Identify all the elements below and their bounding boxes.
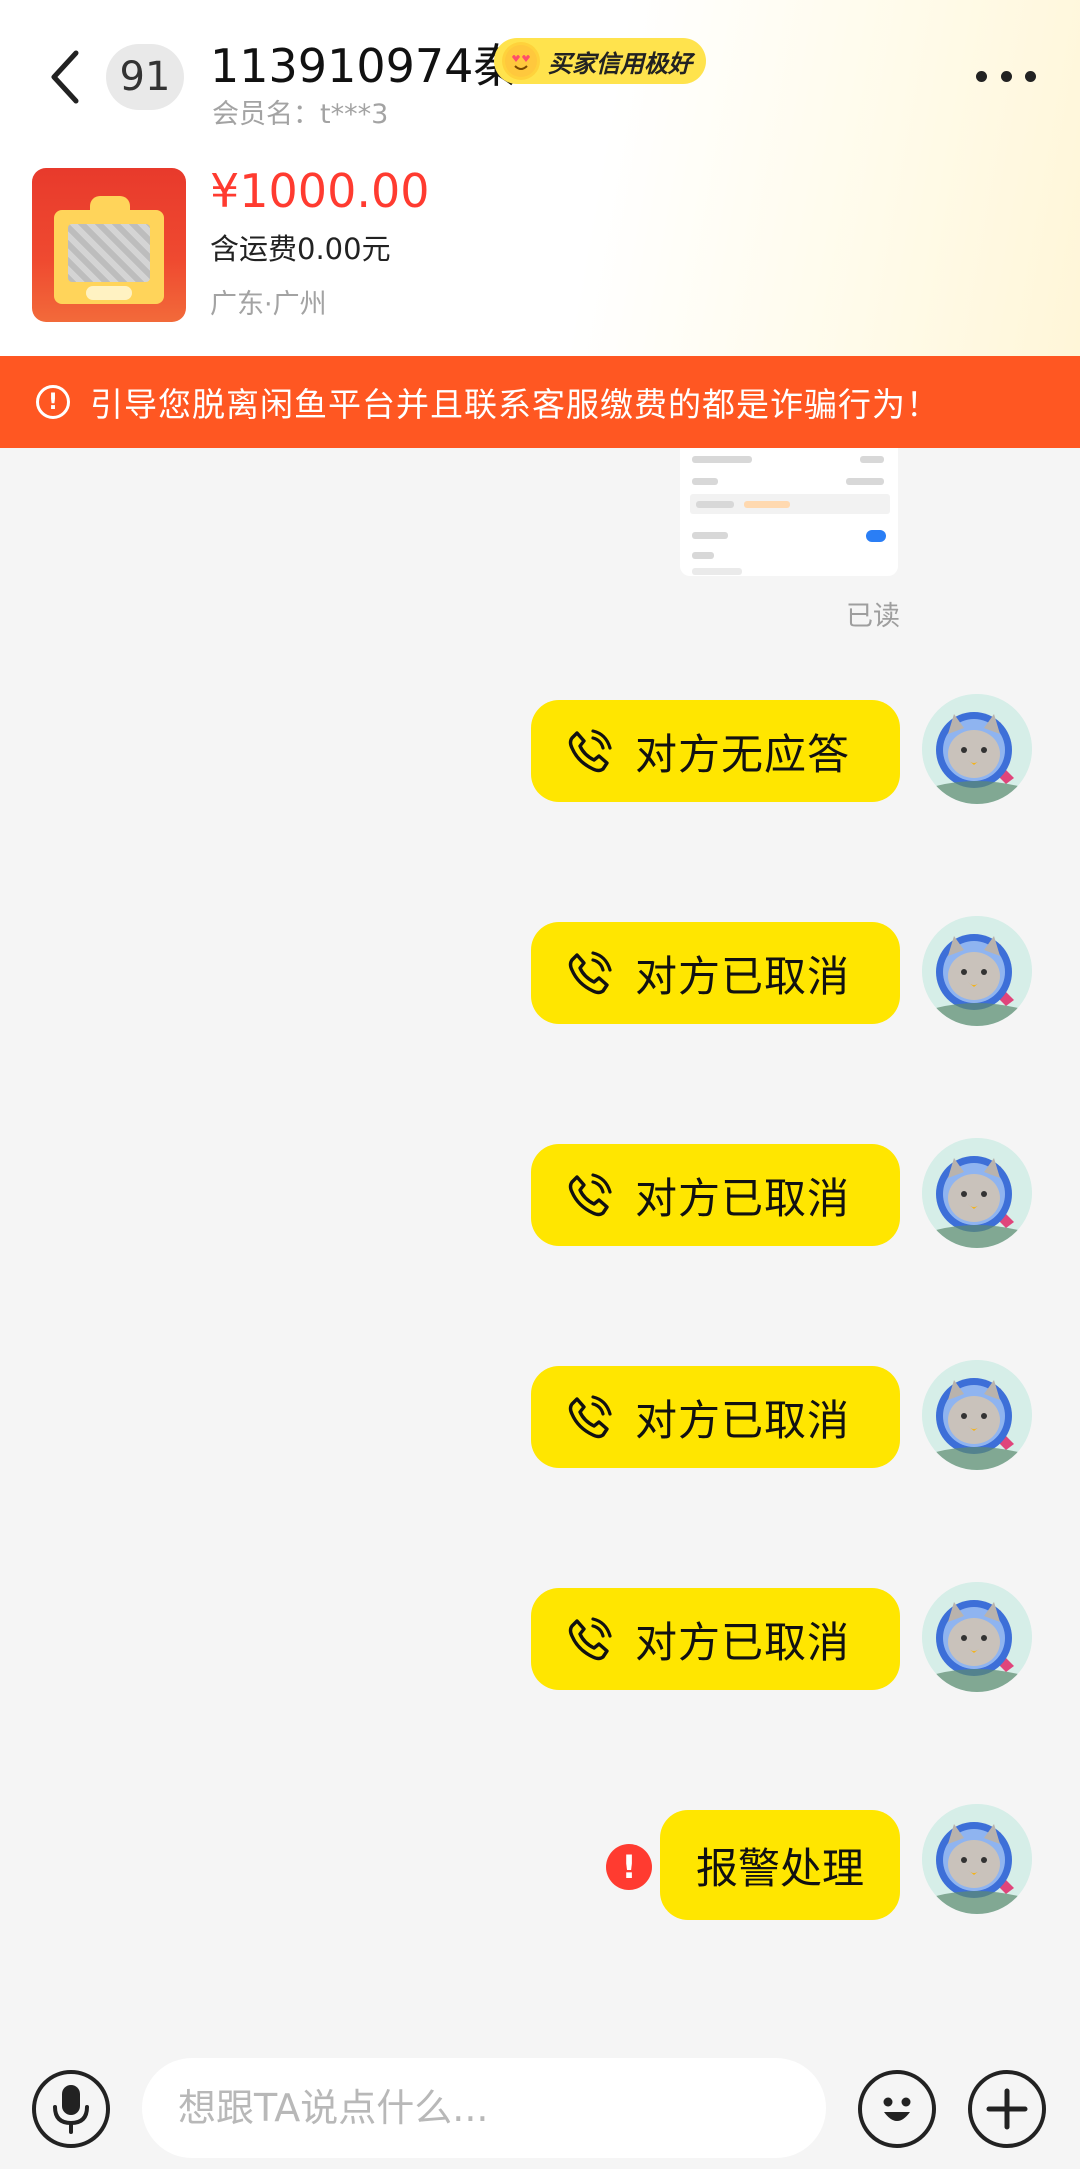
alert-icon: !: [36, 385, 70, 419]
avatar[interactable]: [922, 1804, 1032, 1914]
conversation-header: 91 113910974秦 买家信用极好 会员名：t***3 ¥1000.00 …: [0, 0, 1080, 356]
product-location: 广东·广州: [210, 289, 327, 320]
microphone-icon: [53, 2085, 89, 2134]
message-row: 对方无应答: [0, 694, 1080, 810]
heart-eyes-icon: [502, 42, 540, 80]
call-record-bubble[interactable]: 对方已取消: [530, 1366, 900, 1468]
phone-call-icon: [567, 1172, 613, 1218]
more-icon: [976, 70, 987, 82]
emoji-icon: [883, 2097, 911, 2121]
chat-messages[interactable]: 已读 对方无应答 对方已取消 对方已取消 对方已取消 对方已取消 ! 报警处理: [0, 448, 1080, 2048]
message-row: 对方已取消: [0, 916, 1080, 1032]
call-record-text: 对方无应答: [634, 729, 850, 779]
member-name: 会员名：t***3: [212, 99, 389, 130]
read-status: 已读: [846, 601, 900, 632]
avatar[interactable]: [922, 1582, 1032, 1692]
message-row: 对方已取消: [0, 1582, 1080, 1698]
error-icon[interactable]: !: [606, 1844, 652, 1890]
shipping-fee: 含运费0.00元: [210, 232, 391, 266]
message-row: 对方已取消: [0, 1138, 1080, 1254]
call-record-text: 对方已取消: [634, 1173, 850, 1223]
text-message-content: 报警处理: [695, 1843, 864, 1893]
fraud-warning-banner: ! 引导您脱离闲鱼平台并且联系客服缴费的都是诈骗行为！: [0, 356, 1080, 448]
plus-icon: [986, 2088, 1028, 2130]
phone-call-icon: [567, 950, 613, 996]
more-button[interactable]: [976, 58, 1036, 94]
contact-nickname[interactable]: 113910974秦: [210, 30, 519, 96]
fraud-warning-text: 引导您脱离闲鱼平台并且联系客服缴费的都是诈骗行为！: [90, 385, 940, 424]
unread-count-badge[interactable]: 91: [106, 44, 184, 110]
call-record-bubble[interactable]: 对方已取消: [530, 922, 900, 1024]
sent-image-message[interactable]: [680, 448, 898, 576]
phone-call-icon: [567, 728, 613, 774]
call-record-bubble[interactable]: 对方已取消: [530, 1588, 900, 1690]
emoji-button[interactable]: [858, 2070, 936, 2148]
call-record-text: 对方已取消: [634, 1395, 850, 1445]
credit-badge[interactable]: 买家信用极好: [494, 38, 706, 84]
call-record-bubble[interactable]: 对方无应答: [530, 700, 900, 802]
back-button[interactable]: [40, 42, 90, 112]
back-icon: [51, 50, 79, 104]
message-row: 对方已取消: [0, 1360, 1080, 1476]
avatar[interactable]: [922, 1360, 1032, 1470]
avatar[interactable]: [922, 916, 1032, 1026]
message-input-bar: [0, 2048, 1080, 2169]
product-thumbnail[interactable]: [32, 168, 186, 322]
avatar[interactable]: [922, 694, 1032, 804]
avatar[interactable]: [922, 1138, 1032, 1248]
phone-call-icon: [567, 1394, 613, 1440]
plus-button[interactable]: [968, 2070, 1046, 2148]
voice-button[interactable]: [32, 2070, 110, 2148]
phone-call-icon: [567, 1616, 613, 1662]
call-record-text: 对方已取消: [634, 951, 850, 1001]
call-record-text: 对方已取消: [634, 1617, 850, 1667]
message-input[interactable]: [142, 2058, 826, 2158]
product-price: ¥1000.00: [210, 164, 430, 218]
text-message-bubble[interactable]: 报警处理: [660, 1810, 900, 1920]
message-row: ! 报警处理: [0, 1804, 1080, 1926]
call-record-bubble[interactable]: 对方已取消: [530, 1144, 900, 1246]
credit-badge-label: 买家信用极好: [548, 49, 692, 78]
